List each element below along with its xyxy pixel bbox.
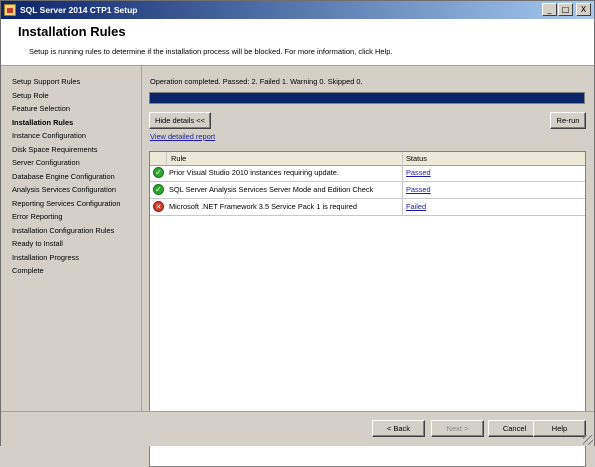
window-title: SQL Server 2014 CTP1 Setup [20,5,138,15]
column-header-status[interactable]: Status [406,154,427,163]
step-reporting-services-configuration[interactable]: Reporting Services Configuration [12,199,120,208]
step-server-configuration[interactable]: Server Configuration [12,158,80,167]
hide-details-button[interactable]: Hide details << [149,112,211,129]
page-header: Installation Rules Setup is running rule… [1,19,594,66]
view-detailed-report-link[interactable]: View detailed report [150,132,215,141]
resize-grip[interactable] [583,435,593,445]
step-ready-to-install[interactable]: Ready to Install [12,239,63,248]
step-installation-progress[interactable]: Installation Progress [12,253,79,262]
main-panel: Operation completed. Passed: 2. Failed 1… [142,66,594,467]
back-button[interactable]: < Back [372,420,425,437]
status-link-failed[interactable]: Failed [406,202,426,211]
progress-fill [150,93,584,103]
header-divider [166,152,167,165]
step-complete[interactable]: Complete [12,266,44,275]
title-bar[interactable]: SQL Server 2014 CTP1 Setup _ □ X [1,1,594,19]
operation-status: Operation completed. Passed: 2. Failed 1… [150,77,363,86]
page-title: Installation Rules [18,24,126,39]
step-feature-selection[interactable]: Feature Selection [12,104,70,113]
progress-bar [149,92,585,104]
next-button[interactable]: Next > [431,420,484,437]
window-controls: _ □ X [542,3,591,16]
table-row[interactable]: ✕ Microsoft .NET Framework 3.5 Service P… [150,199,585,216]
sql-server-setup-icon [4,4,16,16]
rule-name: Prior Visual Studio 2010 instances requi… [169,168,339,177]
step-database-engine-configuration[interactable]: Database Engine Configuration [12,172,115,181]
maximize-button[interactable]: □ [558,3,573,16]
step-analysis-services-configuration[interactable]: Analysis Services Configuration [12,185,116,194]
step-setup-support-rules[interactable]: Setup Support Rules [12,77,80,86]
status-link-passed[interactable]: Passed [406,185,431,194]
rule-name: SQL Server Analysis Services Server Mode… [169,185,374,194]
green-check-icon: ✓ [153,167,164,178]
page-subtitle: Setup is running rules to determine if t… [29,47,393,56]
help-button[interactable]: Help [533,420,586,437]
step-installation-configuration-rules[interactable]: Installation Configuration Rules [12,226,114,235]
column-header-rule[interactable]: Rule [171,154,186,163]
table-row[interactable]: ✓ SQL Server Analysis Services Server Mo… [150,182,585,199]
close-button[interactable]: X [576,3,591,16]
step-error-reporting[interactable]: Error Reporting [12,212,63,221]
red-x-icon: ✕ [153,201,164,212]
status-link-passed[interactable]: Passed [406,168,431,177]
table-row[interactable]: ✓ Prior Visual Studio 2010 instances req… [150,165,585,182]
steps-sidebar: Setup Support Rules Setup Role Feature S… [1,66,142,411]
minimize-button[interactable]: _ [542,3,557,16]
step-setup-role[interactable]: Setup Role [12,91,49,100]
step-disk-space-requirements[interactable]: Disk Space Requirements [12,145,97,154]
step-installation-rules[interactable]: Installation Rules [12,118,73,127]
setup-window: SQL Server 2014 CTP1 Setup _ □ X Install… [0,0,595,467]
table-header: Rule Status [150,152,585,166]
step-instance-configuration[interactable]: Instance Configuration [12,131,86,140]
footer-bar: < Back Next > Cancel Help [1,411,594,446]
rule-name: Microsoft .NET Framework 3.5 Service Pac… [169,202,357,211]
green-check-icon: ✓ [153,184,164,195]
rerun-button[interactable]: Re-run [550,112,586,129]
